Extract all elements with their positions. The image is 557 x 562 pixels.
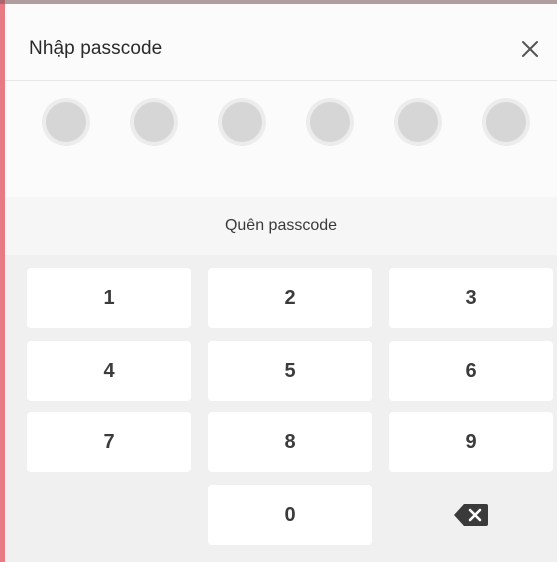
backspace-icon [454,504,488,526]
key-4[interactable]: 4 [27,341,191,401]
key-7[interactable]: 7 [27,412,191,472]
passcode-dot-5 [398,102,438,142]
delete-button[interactable] [389,485,553,545]
key-8[interactable]: 8 [208,412,372,472]
passcode-dot-6 [486,102,526,142]
passcode-dot-1 [46,102,86,142]
passcode-dot-4 [310,102,350,142]
key-5[interactable]: 5 [208,341,372,401]
key-3[interactable]: 3 [389,268,553,328]
passcode-dot-2 [134,102,174,142]
dialog-title: Nhập passcode [29,38,163,59]
numeric-keypad: 1 2 3 4 5 6 7 8 9 0 [5,255,557,562]
passcode-indicator [5,81,557,197]
key-2[interactable]: 2 [208,268,372,328]
key-0[interactable]: 0 [208,485,372,545]
passcode-dot-3 [222,102,262,142]
key-9[interactable]: 9 [389,412,553,472]
passcode-dialog: Nhập passcode Quên passcode 1 2 3 4 5 6 … [0,0,557,562]
close-icon [522,41,538,57]
forgot-passcode-bar: Quên passcode [5,197,557,255]
key-1[interactable]: 1 [27,268,191,328]
forgot-passcode-link[interactable]: Quên passcode [225,217,337,235]
close-button[interactable] [515,34,545,64]
key-6[interactable]: 6 [389,341,553,401]
dialog-header: Nhập passcode [5,4,557,81]
